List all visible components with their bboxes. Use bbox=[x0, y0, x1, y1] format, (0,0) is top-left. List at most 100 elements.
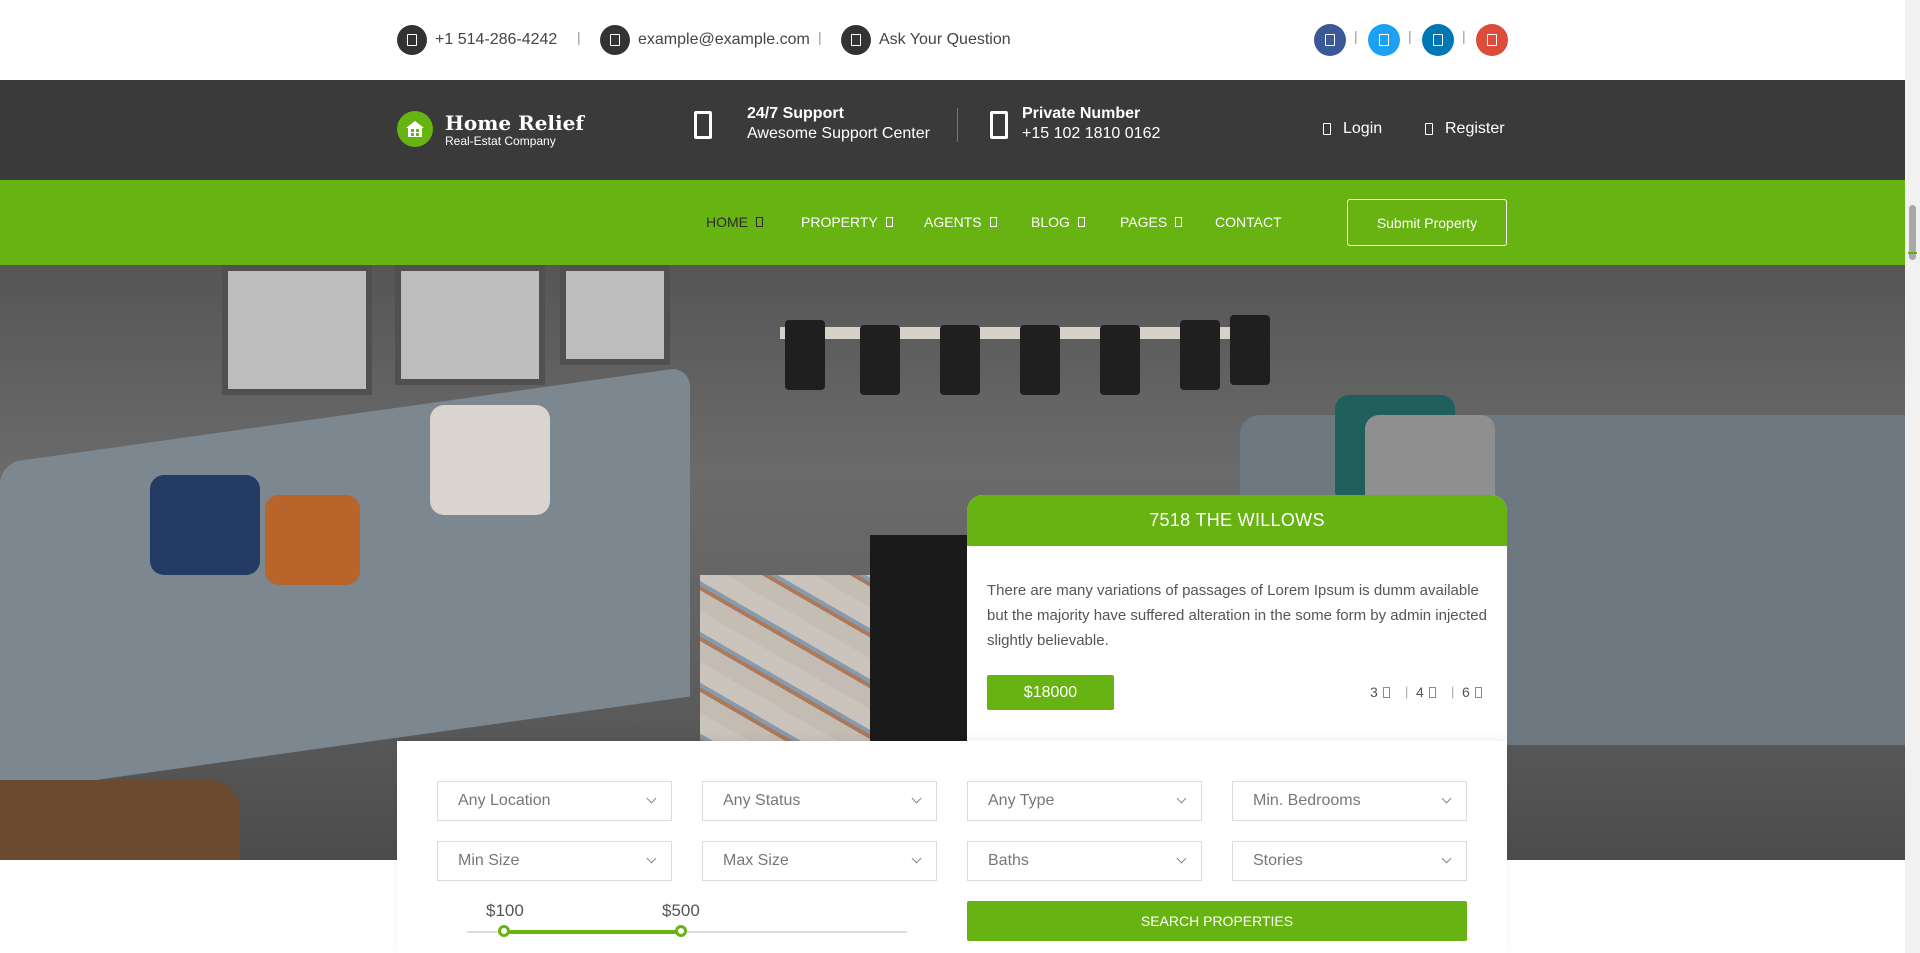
site-header: Home Relief Real-Estat Company 24/7 Supp… bbox=[0, 80, 1905, 180]
phone-contact[interactable]: +1 514-286-4242 bbox=[397, 25, 557, 55]
chevron-down-icon bbox=[646, 793, 657, 804]
chair bbox=[785, 320, 825, 390]
price-max-handle[interactable] bbox=[675, 925, 687, 937]
chevron-down-icon bbox=[756, 217, 763, 227]
search-properties-button[interactable]: SEARCH PROPERTIES bbox=[967, 901, 1467, 941]
twitter-icon[interactable] bbox=[1368, 24, 1400, 56]
register-label: Register bbox=[1445, 120, 1505, 137]
select-value: Stories bbox=[1253, 852, 1303, 869]
nav-property[interactable]: PROPERTY bbox=[801, 214, 893, 230]
chair bbox=[940, 325, 980, 395]
side-table bbox=[0, 780, 240, 860]
logo-title[interactable]: Home Relief bbox=[445, 111, 584, 135]
chevron-down-icon bbox=[1441, 793, 1452, 804]
chevron-down-icon bbox=[911, 853, 922, 864]
chair bbox=[1230, 315, 1270, 385]
property-search-panel: Any Location Any Status Any Type Min. Be… bbox=[397, 741, 1507, 953]
linkedin-icon[interactable] bbox=[1422, 24, 1454, 56]
mobile-phone-icon bbox=[990, 111, 1008, 139]
feature-value: 3 bbox=[1370, 684, 1378, 700]
register-link[interactable]: Register bbox=[1425, 120, 1505, 138]
divider: | bbox=[577, 29, 581, 45]
main-nav: HOME PROPERTY AGENTS BLOG PAGES CONTACT bbox=[0, 180, 1905, 265]
google-plus-icon[interactable] bbox=[1476, 24, 1508, 56]
nav-home[interactable]: HOME bbox=[706, 214, 763, 230]
login-label: Login bbox=[1343, 120, 1383, 137]
divider: | bbox=[1451, 684, 1455, 699]
baths-select[interactable]: Baths bbox=[967, 841, 1202, 881]
feature-value: 6 bbox=[1462, 684, 1470, 700]
bedrooms-select[interactable]: Min. Bedrooms bbox=[1232, 781, 1467, 821]
nav-agents[interactable]: AGENTS bbox=[924, 214, 997, 230]
price-min-label: $100 bbox=[486, 901, 524, 920]
nav-label: CONTACT bbox=[1215, 214, 1282, 230]
chevron-down-icon bbox=[1176, 853, 1187, 864]
ask-question-text: Ask Your Question bbox=[879, 31, 1011, 48]
divider: | bbox=[1405, 684, 1409, 699]
top-bar: +1 514-286-4242 | example@example.com | … bbox=[0, 0, 1905, 80]
select-value: Max Size bbox=[723, 852, 789, 869]
price-badge[interactable]: $18000 bbox=[987, 675, 1114, 710]
price-min-handle[interactable] bbox=[498, 925, 510, 937]
divider: | bbox=[1354, 28, 1358, 44]
min-size-select[interactable]: Min Size bbox=[437, 841, 672, 881]
private-number: +15 102 1810 0162 bbox=[1022, 125, 1161, 142]
chair bbox=[1020, 325, 1060, 395]
house-logo-icon[interactable] bbox=[397, 111, 433, 147]
status-select[interactable]: Any Status bbox=[702, 781, 937, 821]
garage-feature: 6 bbox=[1462, 684, 1482, 700]
nav-contact[interactable]: CONTACT bbox=[1215, 214, 1282, 230]
chair bbox=[1100, 325, 1140, 395]
select-value: Any Status bbox=[723, 792, 801, 809]
select-value: Baths bbox=[988, 852, 1029, 869]
ask-question-link[interactable]: Ask Your Question bbox=[841, 25, 1011, 55]
nav-label: AGENTS bbox=[924, 214, 982, 230]
logo-subtitle: Real-Estat Company bbox=[445, 134, 556, 148]
lock-icon bbox=[1323, 123, 1331, 135]
property-title[interactable]: 7518 THE WILLOWS bbox=[967, 495, 1507, 546]
phone-icon bbox=[397, 25, 427, 55]
chevron-down-icon bbox=[989, 217, 997, 227]
select-value: Any Type bbox=[988, 792, 1055, 809]
stories-select[interactable]: Stories bbox=[1232, 841, 1467, 881]
nav-label: PROPERTY bbox=[801, 214, 878, 230]
divider: | bbox=[1462, 28, 1466, 44]
window bbox=[222, 265, 372, 395]
bath-icon bbox=[1428, 686, 1436, 698]
bedrooms-feature: 3 bbox=[1370, 684, 1390, 700]
chair bbox=[860, 325, 900, 395]
login-link[interactable]: Login bbox=[1323, 120, 1382, 138]
location-select[interactable]: Any Location bbox=[437, 781, 672, 821]
phone-text: +1 514-286-4242 bbox=[435, 31, 558, 48]
support-title: 24/7 Support bbox=[747, 105, 844, 122]
user-icon bbox=[1425, 123, 1433, 135]
max-size-select[interactable]: Max Size bbox=[702, 841, 937, 881]
price-max-label: $500 bbox=[662, 901, 700, 920]
type-select[interactable]: Any Type bbox=[967, 781, 1202, 821]
page-scrollbar[interactable] bbox=[1905, 0, 1920, 953]
mobile-phone-icon bbox=[694, 111, 712, 139]
pillow bbox=[265, 495, 360, 585]
chevron-down-icon bbox=[646, 853, 657, 864]
divider: | bbox=[818, 29, 822, 45]
window bbox=[560, 265, 670, 365]
divider: | bbox=[1408, 28, 1412, 44]
chevron-down-icon bbox=[1077, 217, 1085, 227]
nav-pages[interactable]: PAGES bbox=[1120, 214, 1183, 230]
featured-property-card: 7518 THE WILLOWS There are many variatio… bbox=[967, 495, 1507, 755]
price-range-fill bbox=[505, 930, 685, 934]
support-subtitle: Awesome Support Center bbox=[747, 125, 930, 142]
envelope-icon bbox=[600, 25, 630, 55]
chevron-down-icon bbox=[911, 793, 922, 804]
nav-blog[interactable]: BLOG bbox=[1031, 214, 1085, 230]
submit-property-button[interactable]: Submit Property bbox=[1347, 199, 1507, 246]
scroll-progress-marker bbox=[1908, 252, 1917, 254]
facebook-icon[interactable] bbox=[1314, 24, 1346, 56]
question-icon bbox=[841, 25, 871, 55]
chevron-down-icon bbox=[1175, 217, 1183, 227]
car-icon bbox=[1474, 686, 1482, 698]
nav-label: BLOG bbox=[1031, 214, 1070, 230]
email-contact[interactable]: example@example.com bbox=[600, 25, 810, 55]
nav-label: HOME bbox=[706, 214, 748, 230]
select-value: Any Location bbox=[458, 792, 551, 809]
